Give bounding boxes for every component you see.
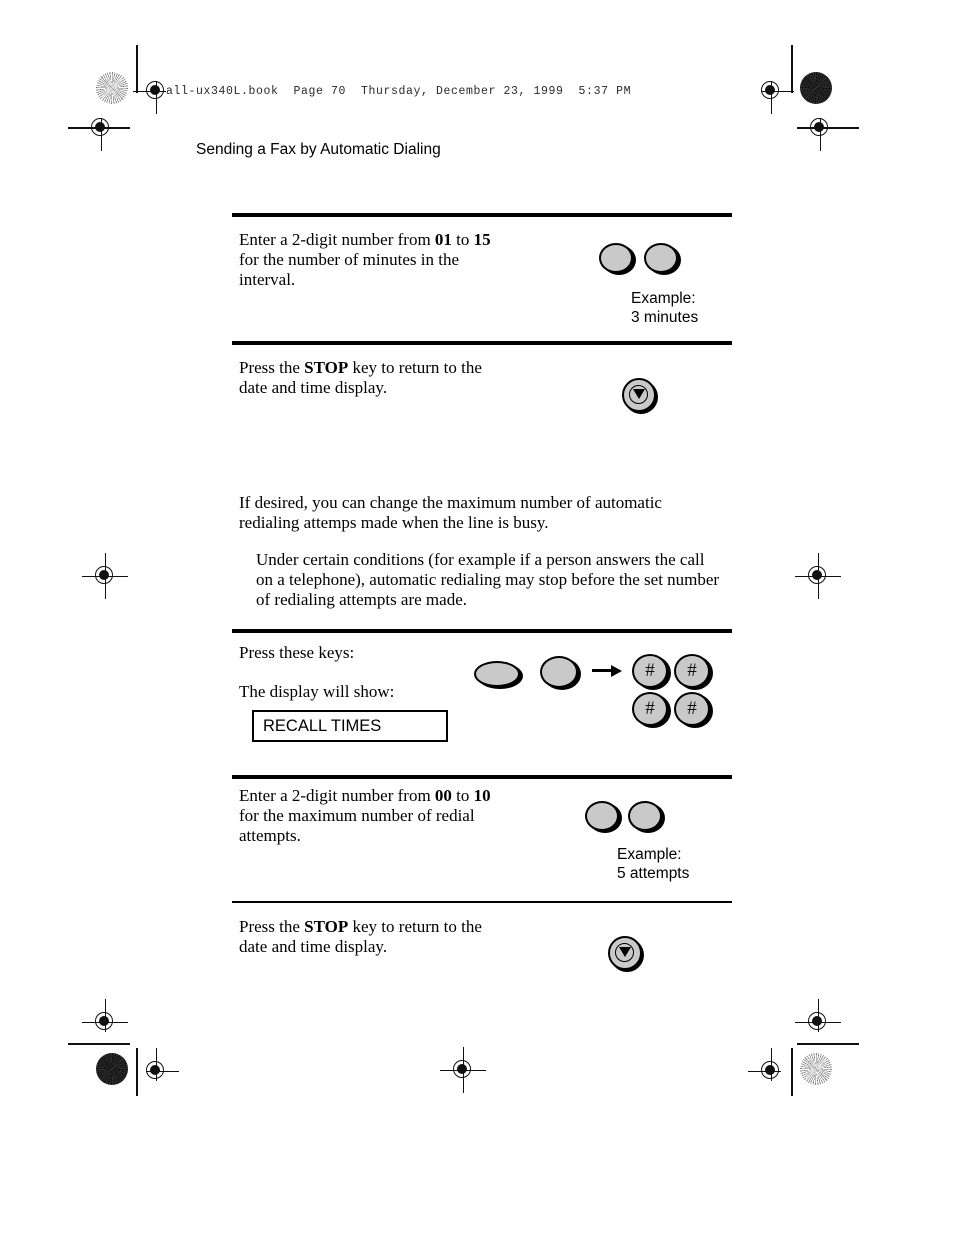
- hash-key-1[interactable]: #: [632, 654, 668, 688]
- stop-key-label-1: STOP: [304, 358, 349, 377]
- registration-mark-mid-left: [82, 553, 128, 599]
- trim-line-top-left-vertical: [136, 45, 138, 93]
- numeric-key-redial-1[interactable]: [585, 801, 619, 831]
- density-dot-top-left: [96, 72, 128, 104]
- step-interval-text-part-d: interval.: [239, 270, 296, 289]
- step-redial-text-part-d: attempts.: [239, 826, 301, 845]
- density-dot-bottom-right: [800, 1053, 832, 1085]
- registration-mark-bottom-center: [440, 1047, 486, 1093]
- step-stop-2-part-c: date and time display.: [239, 937, 388, 956]
- hash-key-3[interactable]: #: [632, 692, 668, 726]
- display-will-show-label: The display will show:: [239, 682, 395, 701]
- density-dot-top-right: [800, 72, 832, 104]
- step-interval-text-part-b: to: [451, 230, 474, 249]
- registration-mark-lower-right: [795, 999, 841, 1045]
- example-label-redial: Example:: [617, 846, 682, 863]
- recall-note-paragraph: Under certain conditions (for example if…: [256, 550, 736, 610]
- recall-note-line-2: on a telephone), automatic redialing may…: [256, 570, 720, 589]
- recall-note-line-3: of redialing attempts are made.: [256, 590, 467, 609]
- stop-key-button-1[interactable]: [622, 378, 656, 412]
- hash-key-2[interactable]: #: [674, 654, 710, 688]
- section-rule-top: [232, 213, 732, 217]
- registration-mark-bottom-left: [133, 1048, 179, 1094]
- page-title: Sending a Fax by Automatic Dialing: [196, 141, 441, 158]
- numeric-key-interval-1[interactable]: [599, 243, 633, 273]
- stop-key-label-2: STOP: [304, 917, 349, 936]
- step-interval-text-part-a: Enter a 2-digit number from: [239, 230, 435, 249]
- trim-line-lower-right-horizontal: [797, 1043, 859, 1045]
- hash-icon-1: #: [645, 659, 655, 681]
- section-rule-before-stop-2: [232, 901, 732, 904]
- recall-intro-line-1: If desired, you can change the maximum n…: [239, 493, 662, 512]
- step-stop-1-part-b: key to return to the: [348, 358, 482, 377]
- trim-line-upper-right-horizontal: [797, 127, 859, 129]
- density-dot-bottom-left: [96, 1053, 128, 1085]
- trim-line-bottom-right-vertical: [791, 1048, 793, 1096]
- step-stop-2-text: Press the STOP key to return to the date…: [239, 917, 579, 957]
- registration-mark-top-right: [748, 68, 794, 114]
- example-label-interval: Example:: [631, 290, 696, 307]
- registration-mark-lower-left: [82, 999, 128, 1045]
- step-redial-text-part-a: Enter a 2-digit number from: [239, 786, 435, 805]
- step-interval-text-part-c: for the number of minutes in the: [239, 250, 460, 269]
- trim-line-lower-left-horizontal: [68, 1043, 130, 1045]
- numeric-key-interval-2[interactable]: [644, 243, 678, 273]
- arrow-right-icon: [592, 664, 622, 677]
- step-redial-text-part-b: to: [451, 786, 474, 805]
- registration-mark-mid-right: [795, 553, 841, 599]
- lcd-display-recall-times: RECALL TIMES: [252, 710, 448, 742]
- recall-intro-line-2: redialing attemps made when the line is …: [239, 513, 549, 532]
- stop-icon-2: [615, 943, 634, 962]
- stop-icon-1: [629, 385, 648, 404]
- section-rule-before-redial: [232, 775, 732, 779]
- recall-intro-paragraph: If desired, you can change the maximum n…: [239, 493, 729, 533]
- range-max-interval: 15: [473, 230, 491, 249]
- round-key[interactable]: [540, 656, 578, 688]
- range-min-redial: 00: [434, 786, 452, 805]
- stop-key-button-2[interactable]: [608, 936, 642, 970]
- step-stop-1-part-a: Press the: [239, 358, 305, 377]
- registration-mark-bottom-right: [748, 1048, 794, 1094]
- example-caption-redial: Example: 5 attempts: [617, 845, 689, 883]
- hash-icon-4: #: [687, 697, 697, 719]
- step-redial-text: Enter a 2-digit number from 00 to 10 for…: [239, 786, 579, 846]
- range-max-redial: 10: [473, 786, 491, 805]
- step-redial-text-part-c: for the maximum number of redial: [239, 806, 475, 825]
- example-caption-interval: Example: 3 minutes: [631, 289, 698, 327]
- hash-icon-3: #: [645, 697, 655, 719]
- step-stop-1-text: Press the STOP key to return to the date…: [239, 358, 579, 398]
- function-key-oval[interactable]: [474, 661, 520, 687]
- running-header: all-ux340L.book Page 70 Thursday, Decemb…: [166, 85, 632, 98]
- trim-line-top-right-vertical: [791, 45, 793, 93]
- press-these-keys-label: Press these keys:: [239, 643, 355, 662]
- hash-icon-2: #: [687, 659, 697, 681]
- step-stop-1-part-c: date and time display.: [239, 378, 388, 397]
- section-rule-after-interval: [232, 341, 732, 345]
- step-stop-2-part-a: Press the: [239, 917, 305, 936]
- hash-key-4[interactable]: #: [674, 692, 710, 726]
- trim-line-bottom-left-vertical: [136, 1048, 138, 1096]
- step-stop-2-part-b: key to return to the: [348, 917, 482, 936]
- lcd-text: RECALL TIMES: [263, 716, 382, 735]
- recall-note-line-1: Under certain conditions (for example if…: [256, 550, 705, 569]
- example-value-interval: 3 minutes: [631, 309, 699, 326]
- section-rule-before-press-keys: [232, 629, 732, 633]
- step-interval-text: Enter a 2-digit number from 01 to 15 for…: [239, 230, 579, 290]
- range-min-interval: 01: [434, 230, 452, 249]
- numeric-key-redial-2[interactable]: [628, 801, 662, 831]
- trim-line-upper-left-horizontal: [68, 127, 130, 129]
- example-value-redial: 5 attempts: [617, 865, 690, 882]
